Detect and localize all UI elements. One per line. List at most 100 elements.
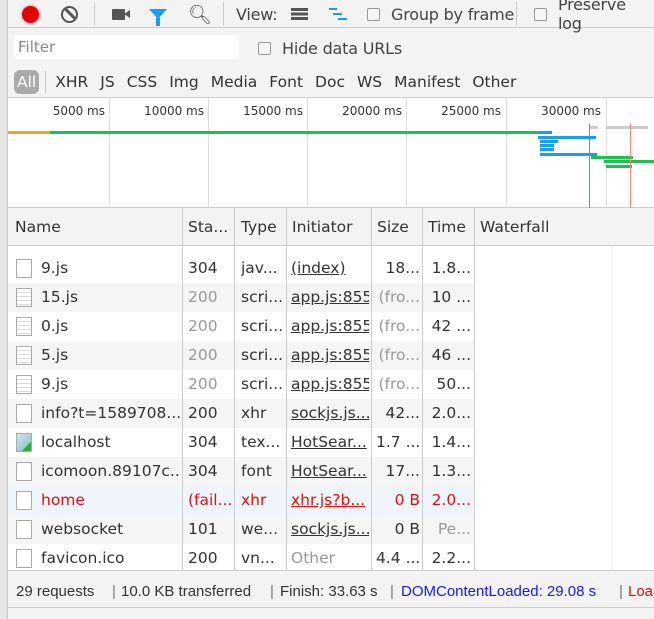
header-type[interactable]: Type [241,218,277,236]
overview-bar [538,136,596,139]
timeline-overview[interactable]: 5000 ms 10000 ms 15000 ms 20000 ms 25000… [8,97,654,208]
type-all[interactable]: All [14,70,40,94]
file-icon [16,491,32,510]
type-font[interactable]: Font [269,73,303,91]
cell-time: 2.0... [431,404,471,422]
header-initiator[interactable]: Initiator [292,218,353,236]
type-ws[interactable]: WS [357,73,382,91]
table-row[interactable]: icomoon.89107c... 304 font HotSear... 17… [8,457,474,486]
cell-name[interactable]: info?t=1589708... [41,404,181,422]
load-marker [630,124,631,208]
cell-type: xhr [241,491,267,509]
cell-time: 2.0... [431,491,471,509]
overview-bar [606,165,632,168]
cell-size: 0 B [394,491,420,509]
checkbox[interactable] [534,7,547,21]
type-img[interactable]: Img [169,73,199,91]
table-row[interactable]: info?t=1589708... 200 xhr sockjs.js... 4… [8,399,474,428]
cell-time: 2.2... [431,549,471,567]
checkbox[interactable] [258,42,271,55]
group-by-frame-checkbox[interactable]: Group by frame [367,0,514,28]
overview-bar [540,144,554,147]
cell-initiator[interactable]: Other [291,549,369,567]
checkbox[interactable] [367,7,380,21]
cell-name[interactable]: 9.js [41,259,181,277]
cell-initiator[interactable]: sockjs.js... [291,520,369,538]
table-row[interactable]: 9.js 304 jav... (index) 18... 1.8... [8,254,474,283]
table-row[interactable]: 5.js 200 scri... app.js:855 (fro... 46 .… [8,341,474,370]
preserve-log-label: Preserve log [557,0,626,33]
header-name[interactable]: Name [15,218,61,236]
cell-name[interactable]: 15.js [41,288,181,306]
cell-time: 46 ... [431,346,471,364]
cell-name[interactable]: 0.js [41,317,181,335]
type-media[interactable]: Media [211,73,258,91]
cell-initiator[interactable]: HotSear... [291,462,369,480]
type-other[interactable]: Other [472,73,516,91]
header-time[interactable]: Time [428,218,466,236]
cell-initiator[interactable]: app.js:855 [291,288,369,306]
cell-type: scri... [241,346,284,364]
file-icon [16,346,32,365]
tick-label: 30000 ms [541,104,601,118]
cell-name[interactable]: home [41,491,181,509]
cell-size: (fro... [378,317,420,335]
table-row[interactable]: favicon.ico 200 vn... Other 4.4 ... 2.2.… [8,544,474,573]
domcontentloaded-time: DOMContentLoaded: 29.08 s [401,583,597,600]
cell-initiator[interactable]: app.js:855 [291,375,369,393]
tick-label: 15000 ms [243,104,303,118]
cell-name[interactable]: 5.js [41,346,181,364]
record-button[interactable] [22,0,39,28]
header-status[interactable]: Sta... [188,218,228,236]
cell-initiator[interactable]: app.js:855 [291,317,369,335]
group-by-frame-label: Group by frame [391,4,515,24]
table-row[interactable]: localhost 304 tex... HotSear... 1.7 ... … [8,428,474,457]
hide-data-urls-checkbox[interactable]: Hide data URLs [258,39,402,58]
cell-name[interactable]: icomoon.89107c... [41,462,181,480]
overview-button[interactable] [329,0,347,28]
cell-type: scri... [241,288,284,306]
resource-type-filters: All XHR JS CSS Img Media Font Doc WS Man… [14,68,528,96]
file-icon [16,404,32,423]
filter-button[interactable] [149,0,167,28]
cell-initiator[interactable]: (index) [291,259,369,277]
type-manifest[interactable]: Manifest [394,73,460,91]
clear-button[interactable] [61,0,78,28]
load-time: Loa [628,583,654,600]
transferred-size: 10.0 KB transferred [121,583,252,600]
cell-initiator[interactable]: HotSear... [291,433,369,451]
file-icon [16,375,32,394]
table-row[interactable]: home (fail... xhr xhr.js?b... 0 B 2.0... [8,486,474,515]
cell-name[interactable]: 9.js [41,375,181,393]
cell-initiator[interactable]: sockjs.js... [291,404,369,422]
table-row[interactable]: 15.js 200 scri... app.js:855 (fro... 10 … [8,283,474,312]
search-icon: 🔍︎ [188,3,213,26]
screenshot-button[interactable] [112,0,130,28]
header-size[interactable]: Size [377,218,409,236]
table-row[interactable]: 0.js 200 scri... app.js:855 (fro... 42 .… [8,312,474,341]
type-css[interactable]: CSS [127,73,158,91]
cell-initiator[interactable]: app.js:855 [291,346,369,364]
preserve-log-checkbox[interactable]: Preserve log [534,0,654,33]
search-button[interactable]: 🔍︎ [188,0,212,28]
file-icon [16,317,32,336]
cell-initiator[interactable]: xhr.js?b... [291,491,369,509]
header-waterfall[interactable]: Waterfall [480,218,549,236]
large-rows-button[interactable] [291,0,308,28]
overview-bar [606,126,648,129]
type-doc[interactable]: Doc [315,73,345,91]
cell-name[interactable]: favicon.ico [41,549,181,567]
cell-time: 42 ... [431,317,471,335]
table-row-partial[interactable] [8,240,474,254]
table-row[interactable]: websocket 101 we... sockjs.js... 0 B Pe.… [8,515,474,544]
cell-name[interactable]: localhost [41,433,181,451]
cell-size: 0 B [394,520,420,538]
hide-data-urls-label: Hide data URLs [282,39,402,58]
overview-bar [540,140,558,143]
type-js[interactable]: JS [100,73,114,91]
cell-type: scri... [241,375,284,393]
table-row[interactable]: 9.js 200 scri... app.js:855 (fro... 50..… [8,370,474,399]
cell-name[interactable]: websocket [41,520,181,538]
filter-input[interactable]: Filter [14,35,239,59]
type-xhr[interactable]: XHR [55,73,88,91]
